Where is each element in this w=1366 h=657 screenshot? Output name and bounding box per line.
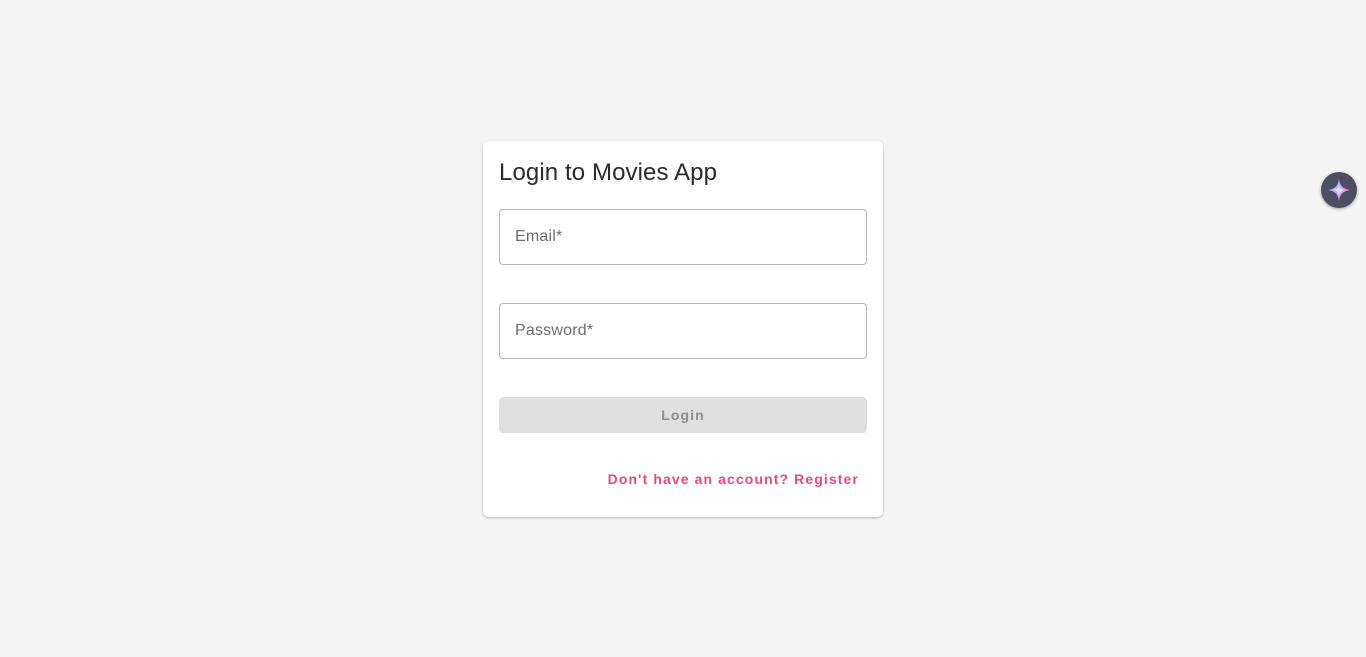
email-field[interactable]: Email* xyxy=(499,209,867,265)
register-row: Don't have an account? Register xyxy=(499,471,867,489)
password-input[interactable] xyxy=(500,304,866,358)
login-card: Login to Movies App Email* Password* Log… xyxy=(483,141,883,517)
register-link[interactable]: Don't have an account? Register xyxy=(608,471,859,487)
login-page: Login to Movies App Email* Password* Log… xyxy=(0,0,1366,657)
email-input[interactable] xyxy=(500,210,866,264)
password-field[interactable]: Password* xyxy=(499,303,867,359)
sparkle-icon xyxy=(1328,179,1350,201)
login-button[interactable]: Login xyxy=(499,397,867,433)
assistant-button[interactable] xyxy=(1321,172,1357,208)
page-title: Login to Movies App xyxy=(499,159,718,186)
